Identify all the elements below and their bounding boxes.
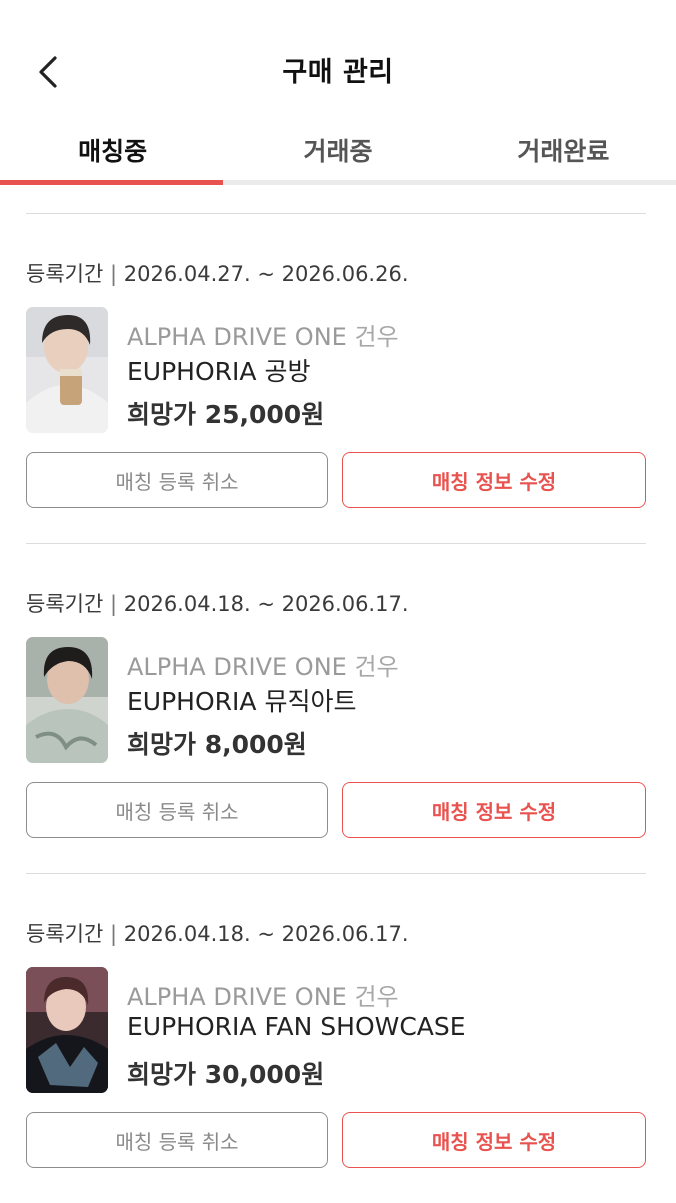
artist-name: ALPHA DRIVE ONE 건우: [127, 983, 399, 1011]
period-value: 2026.04.27. ~ 2026.06.26.: [123, 262, 409, 286]
photocard-thumbnail[interactable]: [26, 967, 108, 1093]
period-label: 등록기간: [26, 592, 104, 616]
tab-bar: 매칭중 거래중 거래완료: [0, 120, 676, 186]
period-label: 등록기간: [26, 922, 104, 946]
period-separator: |: [109, 922, 124, 946]
edit-matching-button[interactable]: 매칭 정보 수정: [342, 1112, 646, 1168]
registration-period: 등록기간 | 2026.04.18. ~ 2026.06.17.: [26, 588, 409, 618]
registration-period: 등록기간 | 2026.04.27. ~ 2026.06.26.: [26, 258, 409, 288]
album-name: EUPHORIA FAN SHOWCASE: [127, 1012, 466, 1041]
active-tab-indicator: [0, 180, 223, 185]
tab-in-progress[interactable]: 거래중: [225, 120, 450, 186]
desired-price: 희망가 25,000원: [127, 400, 325, 429]
cancel-matching-button[interactable]: 매칭 등록 취소: [26, 452, 328, 508]
period-value: 2026.04.18. ~ 2026.06.17.: [123, 922, 409, 946]
list-item: 등록기간 | 2026.04.18. ~ 2026.06.17. ALPHA D…: [26, 873, 646, 1203]
tab-completed[interactable]: 거래완료: [451, 120, 676, 186]
cancel-matching-button[interactable]: 매칭 등록 취소: [26, 782, 328, 838]
desired-price: 희망가 8,000원: [127, 730, 307, 759]
period-separator: |: [109, 592, 124, 616]
photocard-thumbnail[interactable]: [26, 637, 108, 763]
page-title: 구매 관리: [282, 57, 394, 88]
album-name: EUPHORIA 공방: [127, 357, 311, 386]
tab-matching[interactable]: 매칭중: [0, 120, 225, 186]
list-item: 등록기간 | 2026.04.18. ~ 2026.06.17. ALPHA D…: [26, 543, 646, 873]
cancel-matching-button[interactable]: 매칭 등록 취소: [26, 1112, 328, 1168]
album-name: EUPHORIA 뮤직아트: [127, 687, 357, 716]
artist-name: ALPHA DRIVE ONE 건우: [127, 323, 399, 351]
desired-price: 희망가 30,000원: [127, 1060, 325, 1089]
artist-name: ALPHA DRIVE ONE 건우: [127, 653, 399, 681]
header: 구매 관리: [0, 0, 676, 120]
edit-matching-button[interactable]: 매칭 정보 수정: [342, 452, 646, 508]
period-label: 등록기간: [26, 262, 104, 286]
purchase-list: 등록기간 | 2026.04.27. ~ 2026.06.26. ALPHA D…: [26, 213, 646, 1203]
period-separator: |: [109, 262, 124, 286]
list-item: 등록기간 | 2026.04.27. ~ 2026.06.26. ALPHA D…: [26, 213, 646, 543]
registration-period: 등록기간 | 2026.04.18. ~ 2026.06.17.: [26, 918, 409, 948]
photocard-thumbnail[interactable]: [26, 307, 108, 433]
edit-matching-button[interactable]: 매칭 정보 수정: [342, 782, 646, 838]
period-value: 2026.04.18. ~ 2026.06.17.: [123, 592, 409, 616]
